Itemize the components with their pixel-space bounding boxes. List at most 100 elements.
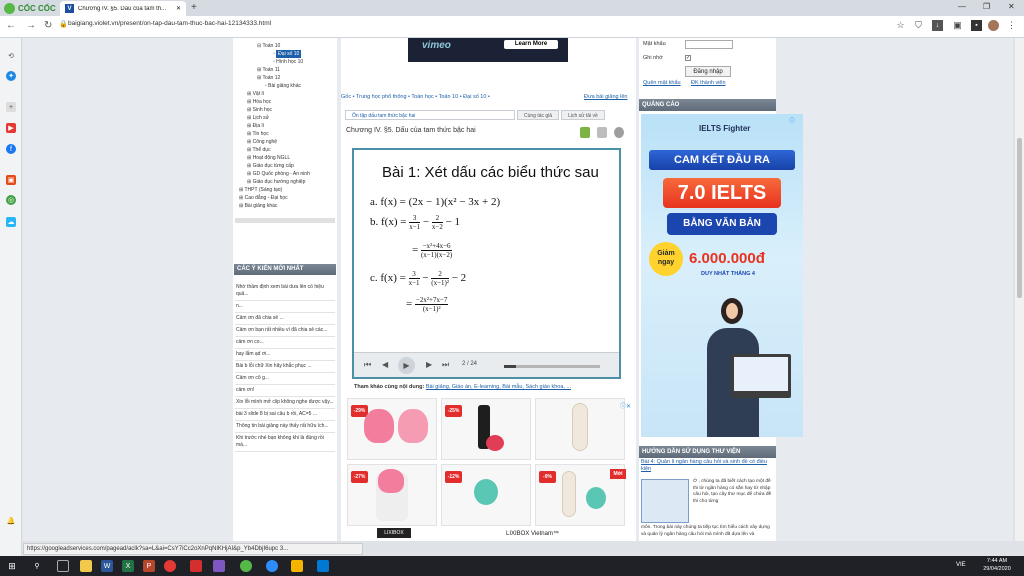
browser-tab[interactable]: V Chương IV. §5. Dấu của tam th... ✕ [60,1,186,16]
comment-item[interactable]: Cảm ơn bạn rất nhiều vì đã chia sẻ các..… [235,325,335,337]
comment-item[interactable]: hay lắm ạd ơi... [235,349,335,361]
comment-item[interactable]: n... [235,301,335,313]
comment-item[interactable]: cảm ơn! [235,385,335,397]
file-explorer-icon[interactable] [80,560,92,572]
tree-item[interactable]: ⊞ Giáo dục hướng nghiệp [235,178,335,186]
product-card[interactable]: -25% [441,398,531,460]
menu-icon[interactable]: ⋮ [1006,20,1017,31]
messenger-icon[interactable]: ✦ [6,71,16,81]
language-indicator[interactable]: VIE [956,562,966,568]
slide-progress-bar[interactable] [504,365,600,368]
comment-item[interactable]: bài 3 slide 8 bị sai câu b rồi, AC=5 ... [235,409,335,421]
tree-item[interactable]: ▫ Hình học 10 [235,58,335,66]
vimeo-ad[interactable]: vimeo Learn More [408,38,568,62]
youtube-icon[interactable]: ▶ [6,123,16,133]
tree-item[interactable]: ⊞ THPT (Sáng tạo) [235,186,335,194]
tree-scrollbar[interactable] [235,218,335,223]
tree-item[interactable]: ▫ Bài giảng khác [235,82,335,90]
minimize-button[interactable]: — [958,2,966,11]
system-clock[interactable]: 7:44 AM 29/04/2020 [972,557,1022,573]
coccoc-taskbar-icon[interactable] [240,560,252,572]
breadcrumb[interactable]: Gốc • Trung học phổ thông • Toán học • T… [341,94,490,100]
lixibox-brand[interactable]: LIXIBOX Vietnam™ [506,531,559,537]
settings-icon[interactable] [614,127,624,138]
weather-icon[interactable]: ☁ [6,217,16,227]
related-links[interactable]: Bài giảng, Giáo án, E-learning, Bài mẫu,… [426,384,571,390]
comment-item[interactable]: cảm ơn co... [235,337,335,349]
next-slide-button[interactable]: ▶ [426,360,432,369]
tree-item[interactable]: ⊞ Sinh học [235,106,335,114]
tab-download-history[interactable]: Lịch sử tải về [561,110,605,120]
product-card[interactable]: -12% [441,464,531,526]
comment-item[interactable]: Nhờ thầm định xem bài dưa lên có hiệu qu… [235,282,335,301]
powerpoint-icon[interactable]: P [143,560,155,572]
tree-item[interactable]: ⊞ Địa lí [235,122,335,130]
avatar[interactable] [988,20,999,31]
tree-item[interactable]: ⊞ Vật lí [235,90,335,98]
scrollbar-thumb[interactable] [1017,138,1022,298]
wallet-icon[interactable]: ▪ [971,20,982,31]
comment-item[interactable]: Xin lỗi mình mở clip không nghe được vậy… [235,397,335,409]
tree-item[interactable]: ⊞ Hoạt động NGLL [235,154,335,162]
upload-link[interactable]: Đưa bài giảng lên [584,94,627,100]
restore-button[interactable]: ❐ [983,2,990,11]
learn-more-button[interactable]: Learn More [504,40,558,49]
page-scrollbar[interactable] [1015,38,1024,541]
product-card[interactable]: -9% Mới [535,464,626,526]
chrome-icon[interactable] [164,560,176,572]
tree-item[interactable]: ⊞ Giáo dục từng cấp [235,162,335,170]
first-slide-button[interactable]: ⏮ [364,360,371,370]
tree-item[interactable]: ⊞ Toán 12 [235,74,335,82]
tree-item[interactable]: ⊟ Toán 10 [235,42,335,50]
product-card[interactable]: ⓘ✕ [535,398,631,460]
download-doc-icon[interactable] [580,127,590,138]
extension-icon[interactable]: ▣ [952,20,963,31]
comment-item[interactable]: Cảm ơn đã chia sẻ ... [235,313,335,325]
tree-item[interactable]: ⊞ Toán 11 [235,66,335,74]
close-window-button[interactable]: ✕ [1008,2,1015,11]
reload-button[interactable]: ↻ [44,20,52,31]
shield-icon[interactable]: ⛉ [913,20,924,31]
tab-review[interactable]: Ôn tập dấu tam thức bậc hai [345,110,515,120]
tree-item-selected[interactable]: ▫ Đại số 10 [235,50,335,58]
tree-item[interactable]: ⊞ Lịch sử [235,114,335,122]
app-icon[interactable] [291,560,303,572]
new-tab-button[interactable]: + [191,2,197,13]
facebook-icon[interactable]: f [6,144,16,154]
lixibox-logo[interactable]: LIXIBOX [377,528,411,538]
comment-item[interactable]: Khi trước nhé bạn không khi là đúng rồi … [235,433,335,452]
ad-info-icon[interactable]: ⓘ✕ [620,401,631,410]
app-icon[interactable] [213,560,225,572]
app-icon[interactable] [317,560,329,572]
back-button[interactable]: ← [6,20,16,31]
browser-brand[interactable]: CỐC CỐC [4,2,56,14]
login-button[interactable]: Đăng nhập [685,66,731,77]
tree-item[interactable]: ⊞ Thể dục [235,146,335,154]
tree-item[interactable]: ⊞ Hóa học [235,98,335,106]
windows-start-icon[interactable]: ⊞ [6,560,18,572]
product-card[interactable]: -29% [347,398,437,460]
slide-viewer[interactable]: Bài 1: Xét dấu các biểu thức sau a. f(x)… [352,148,621,379]
forgot-password-link[interactable]: Quên mật khẩu [643,80,681,86]
task-view-icon[interactable] [57,560,69,572]
guide-thumbnail[interactable] [641,479,689,523]
history-icon[interactable]: ⟲ [6,51,16,61]
game-icon[interactable]: ◎ [6,195,16,205]
comment-item[interactable]: Cảm ơn cô g... [235,373,335,385]
ad-choices-icon[interactable]: ⓘ [789,116,795,125]
tree-item[interactable]: ⊞ Tin học [235,130,335,138]
guide-article-link[interactable]: Bài 4: Quản lí ngân hàng câu hỏi và sinh… [641,459,775,473]
close-tab-icon[interactable]: ✕ [176,5,181,12]
word-icon[interactable]: W [101,560,113,572]
edit-icon[interactable] [597,127,607,138]
zoom-icon[interactable] [266,560,278,572]
tree-item[interactable]: ⊞ Công nghệ [235,138,335,146]
notification-bell-icon[interactable]: 🔔 [6,516,16,526]
star-icon[interactable]: ☆ [895,20,906,31]
add-icon[interactable]: + [6,102,16,112]
ielts-ad-banner[interactable]: IELTS Fighter ⓘ CAM KẾT ĐẦU RA 7.0 IELTS… [641,114,803,437]
last-slide-button[interactable]: ⏭ [442,360,449,370]
tree-item[interactable]: ⊞ Cao đẳng - Đại học [235,194,335,202]
download-icon[interactable]: ↓ [932,20,943,31]
forward-button[interactable]: → [26,20,36,31]
